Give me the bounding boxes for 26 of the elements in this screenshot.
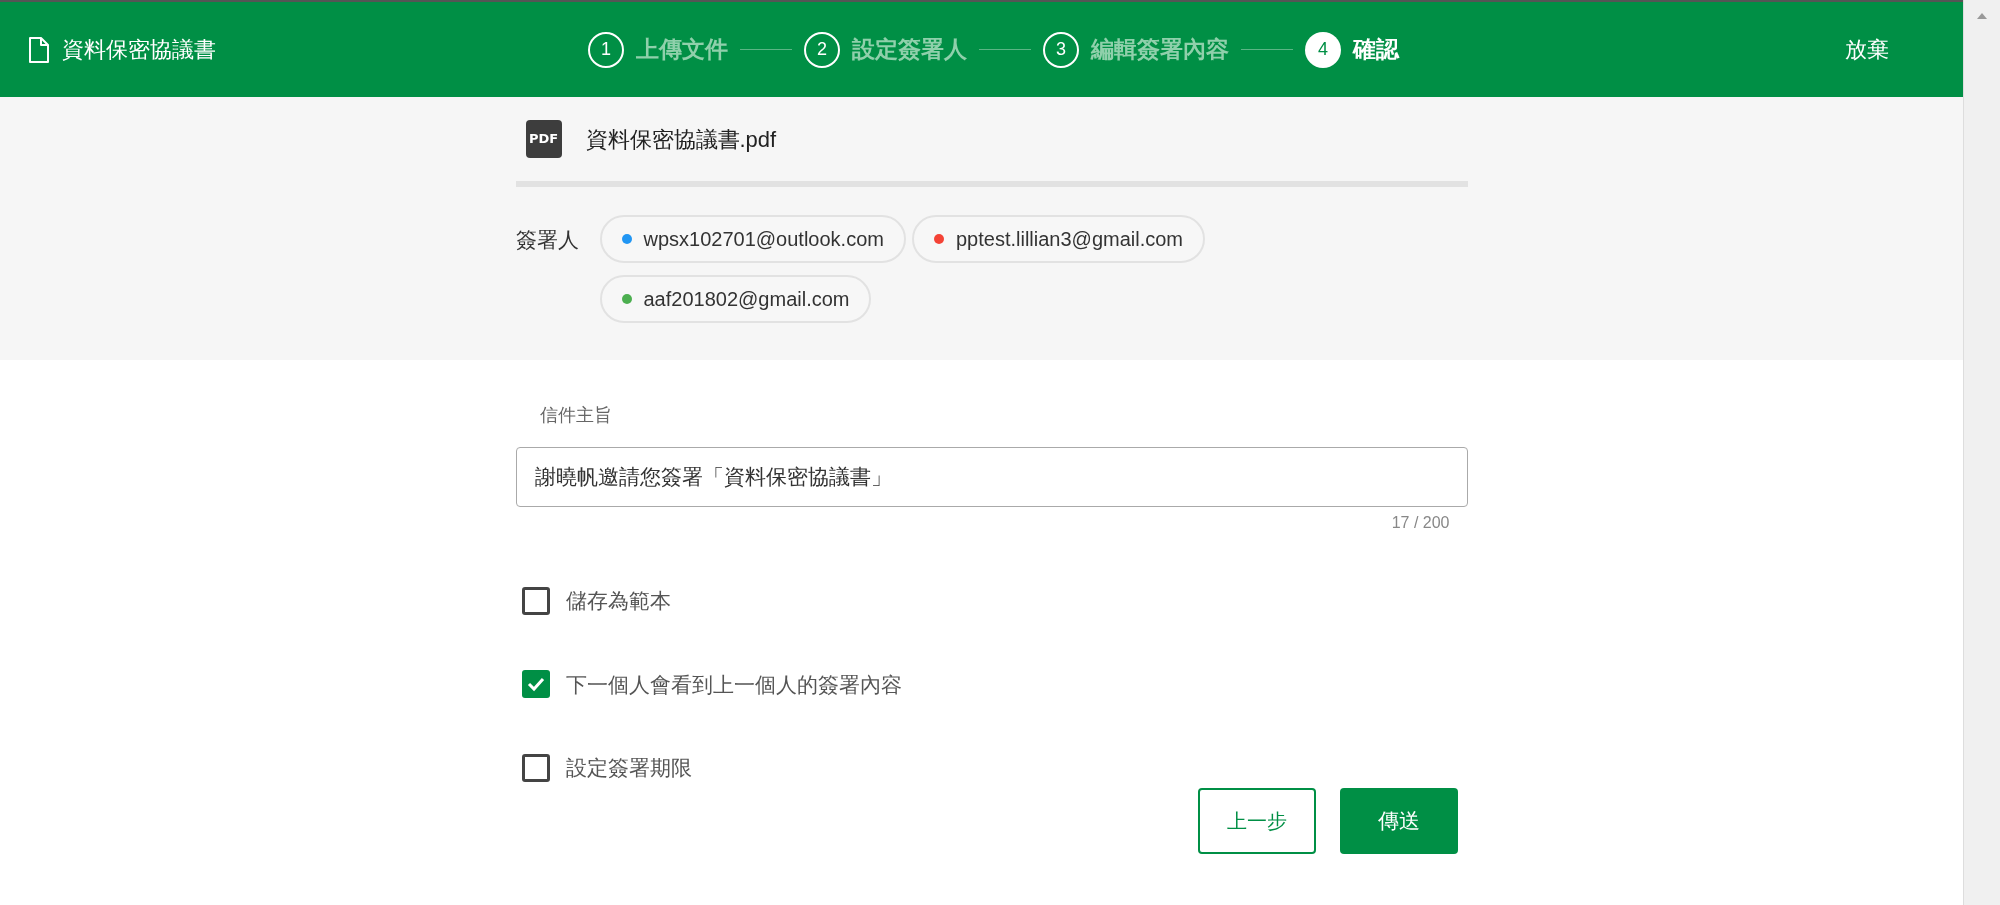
step-tab[interactable]: 1 上傳文件 [588, 31, 728, 68]
scroll-up-icon[interactable] [1976, 12, 1988, 20]
document-icon [28, 35, 50, 64]
step-tab[interactable]: 2 設定簽署人 [804, 31, 967, 68]
signer-email: wpsx102701@outlook.com [643, 227, 884, 252]
option-label: 下一個人會看到上一個人的簽署內容 [565, 671, 902, 698]
discard-button[interactable]: 放棄 [1845, 33, 1889, 66]
document-title: 資料保密協議書 [62, 36, 216, 64]
signers-label: 簽署人 [515, 227, 580, 253]
signer-email: pptest.lillian3@gmail.com [955, 227, 1183, 252]
subject-field[interactable]: 謝曉帆邀請您簽署「資料保密協議書」 [515, 447, 1468, 507]
checkbox[interactable] [521, 670, 550, 699]
scrollbar[interactable] [1963, 0, 2000, 905]
send-button[interactable]: 傳送 [1339, 787, 1458, 854]
subject-label: 信件主旨 [539, 404, 613, 427]
pdf-icon: PDF [525, 120, 562, 158]
back-button[interactable]: 上一步 [1197, 787, 1316, 854]
step-tab[interactable]: 3 編輯簽署內容 [1043, 31, 1229, 68]
checkbox[interactable] [521, 586, 550, 615]
signer-email: aaf201802@gmail.com [643, 287, 850, 312]
option-label: 設定簽署期限 [565, 755, 692, 781]
character-counter: 17 / 200 [1391, 513, 1450, 533]
checkbox[interactable] [521, 753, 550, 782]
option-label: 儲存為範本 [565, 588, 671, 614]
step-tab[interactable]: 4 確認 [1305, 31, 1399, 68]
file-name: 資料保密協議書.pdf [585, 125, 777, 154]
